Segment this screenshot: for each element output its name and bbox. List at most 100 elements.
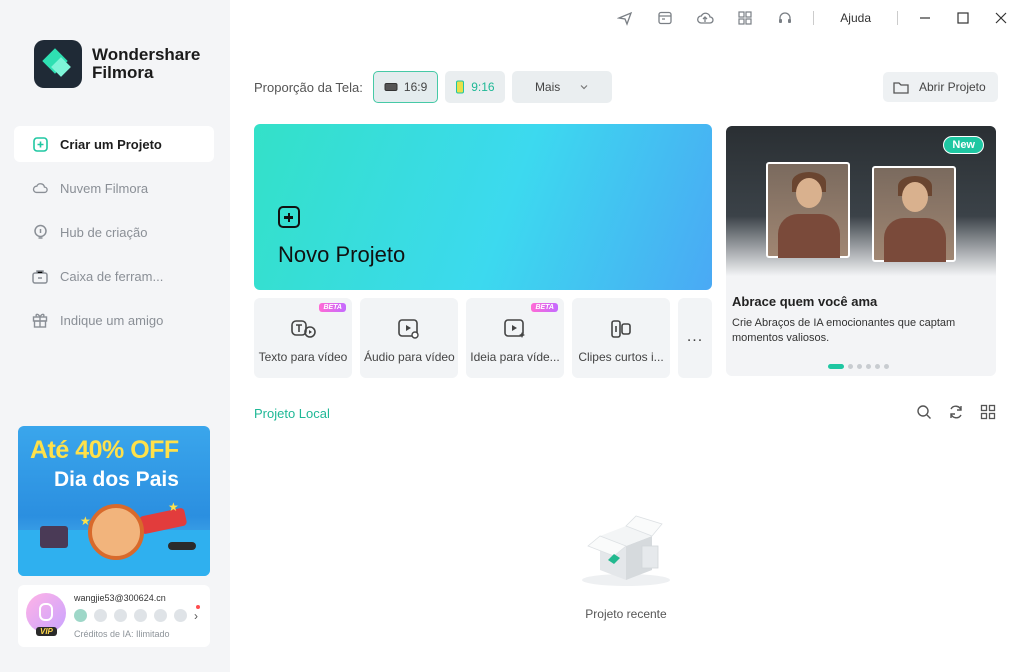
carousel-dot[interactable] [848, 364, 853, 369]
promo-subtitle: Dia dos Pais [54, 468, 179, 491]
portrait-photo [766, 162, 850, 258]
membership-icon [174, 609, 187, 622]
quick-tools: BETA Texto para vídeo Áudio para vídeo B… [254, 298, 712, 378]
sidebar-item-label: Criar um Projeto [60, 136, 162, 152]
gift-icon [32, 312, 48, 328]
ratio-9-16-button[interactable]: 9:16 [445, 71, 505, 103]
carousel-dot[interactable] [884, 364, 889, 369]
membership-icon [114, 609, 127, 622]
more-ratios-dropdown[interactable]: Mais [511, 71, 612, 103]
main-panel: Ajuda Proporção da Tela: 16:9 9:16 Mais … [230, 0, 1020, 672]
short-clips-tool[interactable]: Clipes curtos i... [572, 298, 670, 378]
text-to-video-tool[interactable]: BETA Texto para vídeo [254, 298, 352, 378]
brand-name-line2: Filmora [92, 63, 154, 82]
feature-card[interactable]: New Abrace quem você ama Crie Abraços de… [726, 126, 996, 376]
tool-label: Ideia para víde... [470, 350, 560, 364]
sidebar-item-refer-friend[interactable]: Indique um amigo [14, 302, 214, 338]
maximize-icon[interactable] [944, 0, 982, 36]
sidebar-item-label: Nuvem Filmora [60, 180, 149, 196]
sidebar-item-label: Caixa de ferram... [60, 268, 164, 284]
brand-logo: Wondershare Filmora [34, 40, 200, 88]
carousel-dot[interactable] [828, 364, 844, 369]
user-card[interactable]: VIP wangjie53@300624.cn Créditos de IA: … [18, 585, 210, 647]
membership-icon [154, 609, 167, 622]
tool-label: Texto para vídeo [258, 350, 348, 364]
chevron-down-icon [580, 85, 588, 90]
refresh-icon[interactable] [948, 404, 964, 420]
app-window: Wondershare Filmora Criar um Projeto Nuv… [0, 0, 1020, 672]
audio-to-video-tool[interactable]: Áudio para vídeo [360, 298, 458, 378]
portrait-icon [456, 80, 465, 94]
briefcase-illustration [40, 526, 68, 548]
local-projects-title: Projeto Local [254, 406, 330, 421]
aspect-ratio-selector: Proporção da Tela: 16:9 9:16 Mais [254, 71, 619, 103]
bulb-icon [32, 224, 48, 240]
tool-label: Áudio para vídeo [364, 350, 455, 364]
plus-square-icon [32, 136, 48, 152]
short-clips-icon [611, 320, 631, 338]
more-tools-button[interactable]: ... [678, 298, 712, 378]
sidebar-item-create-project[interactable]: Criar um Projeto [14, 126, 214, 162]
empty-state-label: Projeto recente [585, 607, 667, 621]
new-project-label: Novo Projeto [278, 242, 406, 267]
minimize-icon[interactable] [906, 0, 944, 36]
folder-icon [893, 81, 909, 94]
sidebar-item-cloud[interactable]: Nuvem Filmora [14, 170, 214, 206]
landscape-icon [384, 83, 398, 91]
search-icon[interactable] [916, 404, 932, 420]
sidebar-nav: Criar um Projeto Nuvem Filmora Hub de cr… [14, 126, 214, 346]
ratio-16-9-button[interactable]: 16:9 [372, 71, 439, 103]
sidebar-item-label: Indique um amigo [60, 312, 164, 328]
tool-label: Clipes curtos i... [578, 350, 664, 364]
open-project-button[interactable]: Abrir Projeto [883, 72, 998, 102]
headset-icon[interactable] [765, 0, 805, 36]
close-icon[interactable] [982, 0, 1020, 36]
carousel-dot[interactable] [875, 364, 880, 369]
titlebar: Ajuda [605, 0, 1020, 36]
empty-box-illustration [582, 515, 670, 586]
membership-icon [94, 609, 107, 622]
beta-badge: BETA [531, 303, 558, 312]
sidebar-item-label: Hub de criação [60, 224, 148, 240]
aspect-ratio-label: Proporção da Tela: [254, 79, 363, 95]
carousel-dot[interactable] [857, 364, 862, 369]
father-child-illustration [88, 504, 144, 560]
vip-badge: VIP [36, 627, 57, 636]
ai-credits: Créditos de IA: Ilimitado [74, 629, 170, 639]
new-project-card[interactable]: Novo Projeto [254, 124, 712, 290]
promo-banner[interactable]: Até 40% OFF Dia dos Pais ★ ★ [18, 426, 210, 576]
membership-icons [74, 609, 187, 622]
promo-headline: Até 40% OFF [30, 436, 179, 464]
grid-view-icon[interactable] [980, 404, 996, 420]
chevron-right-icon[interactable]: › [194, 609, 198, 623]
filmora-logo-icon [34, 40, 82, 88]
portrait-photo [872, 166, 956, 262]
sidebar: Wondershare Filmora Criar um Projeto Nuv… [0, 0, 230, 672]
help-menu[interactable]: Ajuda [822, 11, 889, 25]
star-icon: ★ [80, 514, 91, 528]
new-badge: New [943, 136, 984, 154]
carousel-dot[interactable] [866, 364, 871, 369]
send-icon[interactable] [605, 0, 645, 36]
idea-to-video-tool[interactable]: BETA Ideia para víde... [466, 298, 564, 378]
calendar-icon[interactable] [645, 0, 685, 36]
user-email: wangjie53@300624.cn [74, 593, 166, 603]
cloud-icon [32, 180, 48, 196]
local-projects-toolbar [916, 404, 996, 420]
sidebar-item-creator-hub[interactable]: Hub de criação [14, 214, 214, 250]
mustache-illustration [168, 542, 196, 550]
sidebar-item-toolbox[interactable]: Caixa de ferram... [14, 258, 214, 294]
apps-grid-icon[interactable] [725, 0, 765, 36]
membership-icon [134, 609, 147, 622]
star-icon: ★ [168, 500, 179, 514]
cloud-upload-icon[interactable] [685, 0, 725, 36]
audio-to-video-icon [398, 319, 419, 339]
toolbox-icon [32, 268, 48, 284]
more-icon: ... [686, 328, 704, 345]
feature-description: Crie Abraços de IA emocionantes que capt… [732, 317, 956, 344]
membership-icon [74, 609, 87, 622]
plus-square-icon [278, 206, 300, 228]
idea-to-video-icon [504, 319, 525, 338]
brand-name-line1: Wondershare [92, 45, 201, 64]
beta-badge: BETA [319, 303, 346, 312]
